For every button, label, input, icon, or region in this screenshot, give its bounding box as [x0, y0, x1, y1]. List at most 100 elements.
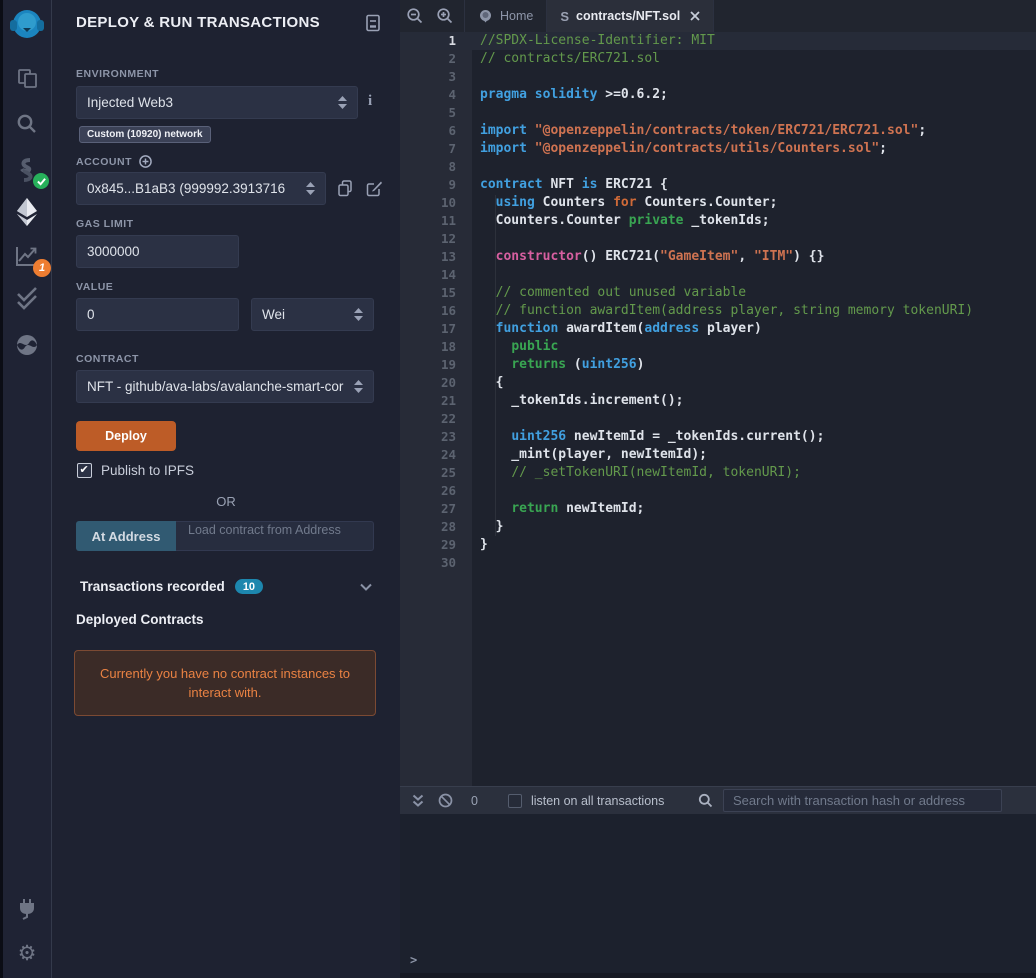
solidity-file-icon: S	[560, 8, 570, 24]
code-line: 3	[400, 68, 1036, 86]
file-explorer-icon[interactable]	[3, 63, 51, 93]
line-number: 3	[448, 69, 456, 84]
tab-home-label: Home	[500, 9, 534, 23]
code-line: 8	[400, 158, 1036, 176]
deployed-contracts-label: Deployed Contracts	[76, 612, 204, 627]
pending-tx-count: 0	[471, 793, 478, 808]
terminal-search-field	[723, 789, 1002, 812]
no-instances-warning-text: Currently you have no contract instances…	[99, 665, 351, 701]
contract-select[interactable]: NFT - github/ava-labs/avalanche-smart-co…	[76, 370, 374, 403]
code-line: 2// contracts/ERC721.sol	[400, 50, 1036, 68]
gas-limit-input[interactable]	[87, 244, 228, 259]
line-number: 10	[440, 195, 456, 210]
add-account-icon[interactable]	[139, 155, 152, 168]
line-number: 4	[448, 87, 456, 102]
chevron-down-icon[interactable]	[360, 579, 372, 594]
transactions-count-badge: 10	[234, 579, 264, 594]
line-number: 16	[440, 303, 456, 318]
code-line: 6 import "@openzeppelin/contracts/token/E…	[400, 122, 1036, 140]
tab-home[interactable]: Home	[464, 0, 548, 32]
account-select[interactable]: 0x845...B1aB3 (999992.3913716	[76, 172, 326, 205]
select-arrows-icon	[306, 182, 315, 195]
publish-ipfs-checkbox[interactable]	[77, 463, 92, 478]
select-arrows-icon	[338, 96, 347, 109]
analytics-count-badge: 1	[33, 259, 51, 277]
terminal-output[interactable]: >	[400, 814, 1036, 978]
or-divider-label: OR	[216, 494, 236, 509]
line-number: 30	[440, 555, 456, 570]
account-label: ACCOUNT	[76, 155, 152, 168]
terminal-search-input[interactable]	[733, 790, 992, 811]
remix-home-icon	[480, 9, 491, 22]
clear-console-icon[interactable]	[438, 793, 453, 808]
code-line: 4 pragma solidity >=0.6.2;	[400, 86, 1036, 104]
search-icon[interactable]	[3, 109, 51, 139]
code-line: 7 import "@openzeppelin/contracts/utils/C…	[400, 140, 1036, 158]
indent-guide	[495, 195, 496, 536]
line-number: 26	[440, 483, 456, 498]
line-number: 21	[440, 393, 456, 408]
at-address-field	[176, 521, 374, 551]
at-address-row: At Address	[76, 521, 374, 551]
line-number: 8	[448, 159, 456, 174]
zoom-out-icon[interactable]	[400, 0, 430, 32]
at-address-button[interactable]: At Address	[76, 521, 176, 551]
transactions-recorded-label: Transactions recorded	[80, 579, 225, 594]
line-number: 13	[440, 249, 456, 264]
environment-select[interactable]: Injected Web3	[76, 86, 358, 119]
code-line: 30	[400, 554, 1036, 572]
line-number: 5	[448, 105, 456, 120]
line-number: 11	[440, 213, 456, 228]
deploy-run-icon[interactable]	[3, 197, 51, 227]
settings-gear-icon[interactable]: ⚙	[3, 938, 51, 968]
at-address-input[interactable]	[188, 523, 361, 537]
gas-limit-label: GAS LIMIT	[76, 218, 134, 230]
terminal-toolbar: 0 listen on all transactions	[400, 787, 1036, 814]
no-instances-warning: Currently you have no contract instances…	[74, 650, 376, 716]
line-number: 12	[440, 231, 456, 246]
terminal-search-icon	[698, 793, 713, 808]
remix-logo-icon[interactable]	[3, 4, 51, 48]
transactions-recorded-row[interactable]: Transactions recorded 10	[80, 579, 372, 594]
line-number: 22	[440, 411, 456, 426]
code-line: 1//SPDX-License-Identifier: MIT	[400, 32, 1036, 50]
line-number: 7	[448, 141, 456, 156]
network-badge: Custom (10920) network	[79, 126, 211, 143]
terminal-prompt: >	[410, 953, 418, 967]
analytics-icon[interactable]: 1	[3, 241, 51, 277]
code-editor[interactable]: 1//SPDX-License-Identifier: MIT 2// contr…	[400, 32, 1036, 786]
environment-info-icon[interactable]: i	[368, 93, 372, 110]
documentation-icon[interactable]	[365, 14, 381, 35]
zoom-in-icon[interactable]	[430, 0, 460, 32]
sourcify-icon[interactable]	[3, 330, 51, 360]
deploy-run-panel: DEPLOY & RUN TRANSACTIONS ENVIRONMENT In…	[52, 0, 400, 978]
environment-label: ENVIRONMENT	[76, 68, 160, 80]
deploy-button[interactable]: Deploy	[76, 421, 176, 451]
expand-terminal-icon[interactable]	[412, 794, 424, 808]
icon-rail: 1 ⚙	[0, 0, 52, 978]
value-input[interactable]	[87, 307, 228, 322]
solidity-compiler-icon[interactable]	[3, 155, 51, 189]
tab-contracts-nft-sol[interactable]: S contracts/NFT.sol	[547, 0, 715, 32]
line-number: 23	[440, 429, 456, 444]
listen-transactions-label: listen on all transactions	[530, 793, 665, 808]
copy-account-icon[interactable]	[337, 180, 353, 197]
plugin-manager-icon[interactable]	[3, 893, 51, 923]
unit-testing-icon[interactable]	[3, 285, 51, 315]
code-line: 29}	[400, 536, 1036, 554]
close-tab-icon[interactable]	[690, 11, 700, 21]
value-unit-select[interactable]: Wei	[251, 298, 374, 331]
listen-transactions-checkbox[interactable]	[507, 793, 522, 808]
sign-message-icon[interactable]	[366, 180, 383, 197]
value-label: VALUE	[76, 281, 114, 293]
line-number: 6	[448, 123, 456, 138]
line-number: 20	[440, 375, 456, 390]
line-number: 1	[448, 33, 456, 48]
line-number: 29	[440, 537, 456, 552]
line-number: 9	[448, 177, 456, 192]
panel-title: DEPLOY & RUN TRANSACTIONS	[76, 14, 320, 31]
line-number: 28	[440, 519, 456, 534]
remix-ide: 1 ⚙ DEPLOY & RUN TRANSACTIONS ENVIRONMEN…	[0, 0, 1036, 978]
line-number: 25	[440, 465, 456, 480]
select-arrows-icon	[354, 380, 363, 393]
